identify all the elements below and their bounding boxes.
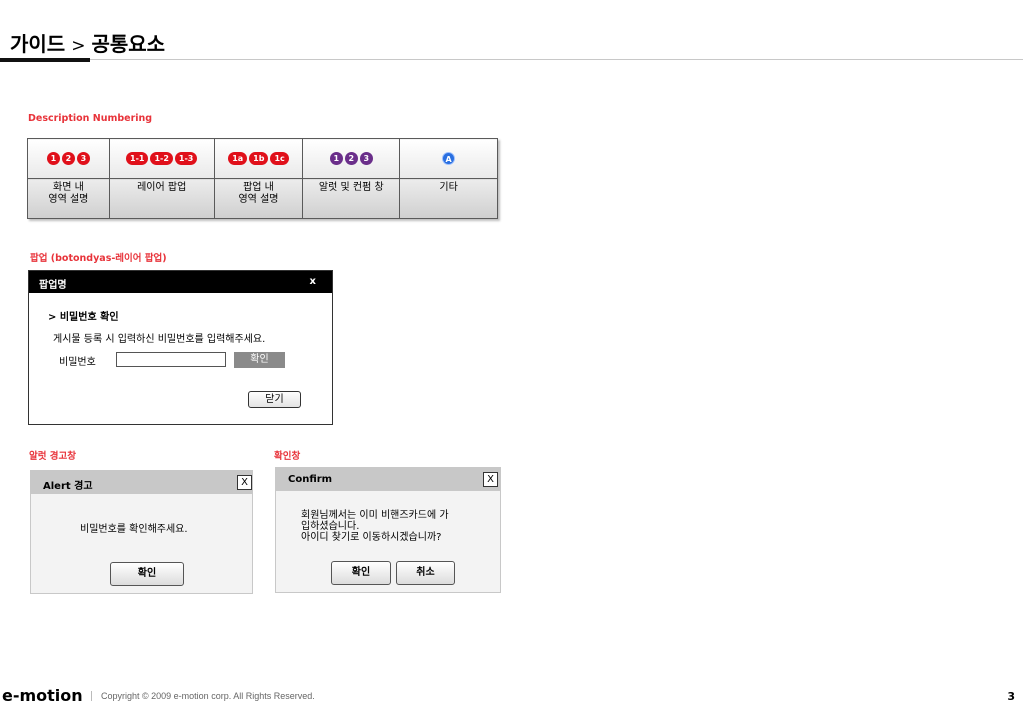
alert-dialog: Alert 경고 X 비밀번호를 확인해주세요. 확인	[30, 470, 253, 594]
numbering-desc-cell: 알럿 및 컨펌 창	[302, 178, 401, 219]
alert-header: Alert 경고	[31, 471, 252, 494]
number-badge: 1c	[270, 152, 289, 165]
layer-popup: 팝업명 x > 비밀번호 확인 게시물 등록 시 입력하신 비밀번호를 입력해주…	[28, 270, 333, 425]
confirm-message: 회원님께서는 이미 비핸즈카드에 가 입하셨습니다. 아이디 찾기로 이동하시겠…	[301, 510, 449, 543]
desc-line: 레이어 팝업	[137, 182, 187, 193]
alert-close-icon[interactable]: X	[237, 475, 252, 490]
confirm-close-icon[interactable]: X	[483, 472, 498, 487]
numbering-section-label: Description Numbering	[28, 113, 153, 124]
alert-section-label: 알럿 경고창	[29, 451, 77, 462]
desc-line: 화면 내	[53, 182, 84, 193]
number-badge: 1a	[228, 152, 248, 165]
password-input[interactable]	[116, 352, 226, 367]
numbering-cell: A	[399, 138, 498, 179]
popup-title: 팝업명	[39, 280, 67, 291]
title-divider-accent	[0, 58, 90, 62]
popup-close-icon[interactable]: x	[310, 276, 316, 287]
number-badge: 1-1	[126, 152, 149, 165]
numbering-cell: 123	[27, 138, 110, 179]
numbering-desc-row: 화면 내 영역 설명 레이어 팝업 팝업 내 영역 설명 알럿 및 컨펌 창 기타	[27, 178, 498, 219]
breadcrumb-current: 공통요소	[91, 32, 166, 56]
popup-header: 팝업명 x	[29, 271, 332, 293]
breadcrumb-separator: >	[71, 36, 86, 56]
confirm-message-line: 회원님께서는 이미 비핸즈카드에 가	[301, 510, 449, 521]
number-badge: 3	[359, 152, 373, 165]
desc-line: 팝업 내	[243, 182, 274, 193]
confirm-section-label: 확인창	[274, 451, 301, 462]
number-badge: 3	[76, 152, 90, 165]
page-title: 가이드 > 공통요소	[10, 28, 165, 57]
desc-line: 영역 설명	[48, 194, 89, 205]
numbering-desc-cell: 기타	[399, 178, 498, 219]
alert-title: Alert 경고	[43, 481, 93, 492]
confirm-ok-button[interactable]: 확인	[331, 561, 391, 585]
number-badge: 1	[46, 152, 60, 165]
alert-message: 비밀번호를 확인해주세요.	[80, 524, 188, 535]
copyright-text: Copyright © 2009 e-motion corp. All Righ…	[101, 691, 315, 701]
numbering-desc-cell: 화면 내 영역 설명	[27, 178, 110, 219]
desc-line: 영역 설명	[238, 194, 279, 205]
number-badge: 1b	[249, 152, 269, 165]
desc-line: 기타	[439, 182, 458, 193]
desc-line: 알럿 및 컨펌 창	[318, 182, 384, 193]
number-badge: 1-3	[174, 152, 198, 165]
confirm-header: Confirm	[276, 468, 500, 491]
password-label: 비밀번호	[59, 357, 96, 368]
number-badge: 2	[344, 152, 358, 165]
numbering-desc-cell: 팝업 내 영역 설명	[213, 178, 304, 219]
popup-confirm-button[interactable]: 확인	[234, 352, 285, 368]
popup-subtitle: > 비밀번호 확인	[48, 312, 119, 323]
letter-badge: A	[442, 152, 456, 165]
confirm-message-line: 입하셨습니다.	[301, 521, 360, 532]
company-logo: e-motion	[2, 686, 83, 705]
numbering-cell: 1a 1b 1c	[213, 138, 304, 179]
number-badge: 1	[329, 152, 343, 165]
numbering-cell: 123	[302, 138, 401, 179]
layer-popup-section-label: 팝업 (botondyas-레이어 팝업)	[30, 253, 167, 264]
number-badge: 2	[61, 152, 75, 165]
numbering-cell: 1-1 1-2 1-3	[108, 138, 215, 179]
footer-divider	[91, 691, 92, 701]
page-number: 3	[1007, 690, 1015, 703]
confirm-dialog: Confirm X 회원님께서는 이미 비핸즈카드에 가 입하셨습니다. 아이디…	[275, 467, 501, 593]
numbering-table: 123 1-1 1-2 1-3 1a 1b 1c 123 A 화면 내 영역 설명 레이어…	[27, 138, 498, 219]
popup-message: 게시물 등록 시 입력하신 비밀번호를 입력해주세요.	[53, 334, 266, 345]
numbering-desc-cell: 레이어 팝업	[108, 178, 215, 219]
popup-close-button[interactable]: 닫기	[248, 391, 301, 408]
title-divider	[0, 59, 1023, 60]
confirm-title: Confirm	[288, 474, 333, 485]
numbering-badge-row: 123 1-1 1-2 1-3 1a 1b 1c 123 A	[27, 138, 498, 179]
breadcrumb-root: 가이드	[10, 32, 66, 56]
number-badge: 1-2	[150, 152, 173, 165]
alert-ok-button[interactable]: 확인	[110, 562, 184, 586]
confirm-cancel-button[interactable]: 취소	[396, 561, 455, 585]
confirm-message-line: 아이디 찾기로 이동하시겠습니까?	[301, 532, 442, 543]
